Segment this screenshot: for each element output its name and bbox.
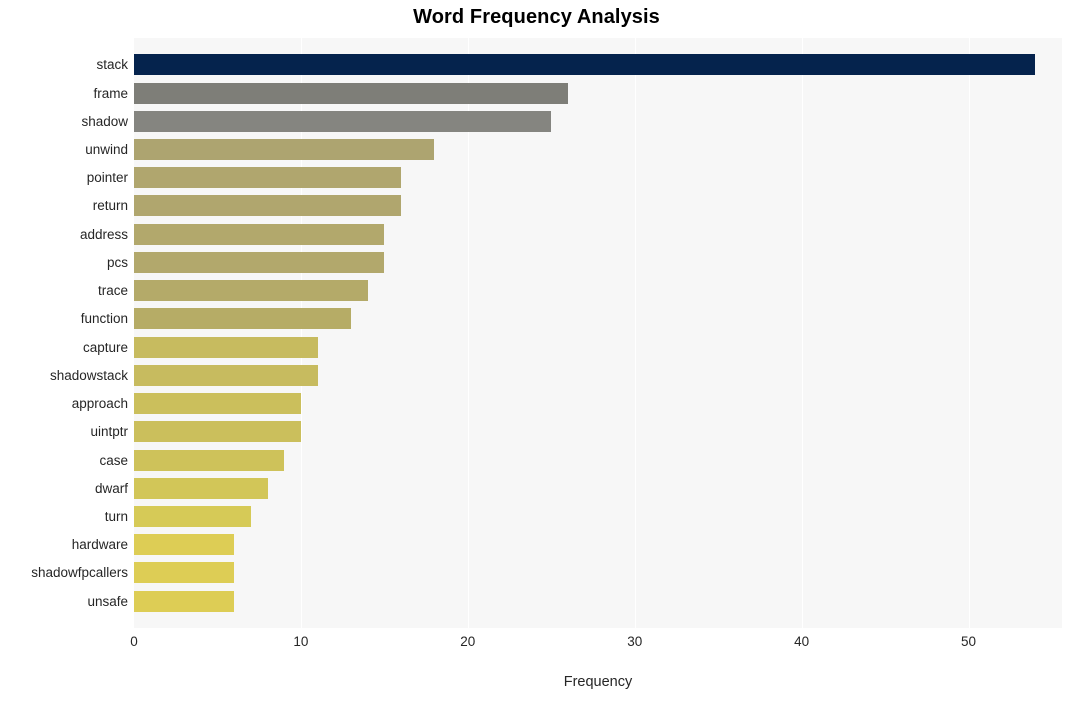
y-tick-label: hardware (71, 537, 128, 553)
bar[interactable] (134, 308, 351, 330)
bar[interactable] (134, 421, 301, 443)
bar[interactable] (134, 393, 301, 415)
y-tick-label: shadowfpcallers (31, 565, 128, 581)
x-tick-label: 10 (293, 634, 309, 649)
x-axis-title: Frequency (563, 674, 633, 690)
y-tick-label: case (99, 452, 128, 468)
y-tick-label: unsafe (87, 593, 128, 609)
bar[interactable] (134, 505, 251, 527)
bar-fill (134, 364, 318, 386)
bar-fill (134, 280, 368, 302)
x-tick-label: 30 (627, 634, 643, 649)
bar[interactable] (134, 336, 318, 358)
bar-fill (134, 393, 301, 415)
bar[interactable] (134, 110, 552, 132)
y-tick-label: turn (104, 508, 128, 524)
y-tick-label: shadowstack (49, 367, 128, 383)
gridline-x-40 (801, 38, 803, 628)
y-tick-label: frame (93, 85, 128, 101)
y-tick-label: capture (82, 339, 128, 355)
y-tick-label: pcs (106, 254, 128, 270)
bar[interactable] (134, 223, 385, 245)
gridline-x-30 (634, 38, 636, 628)
x-tick-label: 0 (130, 634, 138, 649)
bar[interactable] (134, 449, 285, 471)
y-tick-label: address (79, 226, 128, 242)
x-tick-label: 50 (961, 634, 977, 649)
y-tick-label: approach (71, 396, 128, 412)
bar[interactable] (134, 590, 235, 612)
plot-area (134, 38, 1062, 628)
bar-fill (134, 195, 402, 217)
bar-fill (134, 477, 268, 499)
bar-fill (134, 421, 301, 443)
y-tick-label: stack (96, 57, 128, 73)
bar-fill (134, 82, 568, 104)
x-axis-tick-labels: 0 10 20 30 40 50 (130, 628, 1062, 658)
bar[interactable] (134, 477, 268, 499)
y-tick-label: function (80, 311, 128, 327)
bar-fill (134, 110, 552, 132)
bar[interactable] (134, 54, 1036, 76)
bar[interactable] (134, 364, 318, 386)
y-axis-tick-labels: stack frame shadow unwind pointer return addre… (0, 38, 128, 628)
y-tick-label: dwarf (94, 480, 128, 496)
gridline-x-50 (968, 38, 970, 628)
bar[interactable] (134, 139, 435, 160)
bar-fill (134, 54, 1036, 76)
bar[interactable] (134, 167, 402, 189)
bar-fill (134, 505, 251, 527)
bar-fill (134, 534, 235, 556)
bar[interactable] (134, 280, 368, 302)
bar[interactable] (134, 562, 235, 584)
x-tick-label: 40 (794, 634, 810, 649)
bar-fill (134, 336, 318, 358)
y-tick-label: trace (97, 283, 128, 299)
chart-title: Word Frequency Analysis (413, 6, 660, 28)
bar-fill (134, 139, 435, 160)
y-tick-label: uintptr (90, 424, 128, 440)
y-tick-label: unwind (85, 142, 128, 157)
bar[interactable] (134, 251, 385, 273)
bar[interactable] (134, 82, 568, 104)
y-tick-label: pointer (86, 170, 128, 186)
word-frequency-bar-chart: Word Frequency Analysis stack frame shadow… (0, 0, 1073, 701)
bar[interactable] (134, 195, 402, 217)
bar-fill (134, 167, 402, 189)
bar-fill (134, 308, 351, 330)
bar-fill (134, 223, 385, 245)
y-tick-label: shadow (81, 113, 128, 129)
bar-fill (134, 449, 285, 471)
bar[interactable] (134, 534, 235, 556)
bar-fill (134, 562, 235, 584)
y-tick-label: return (92, 198, 128, 214)
x-tick-label: 20 (460, 634, 476, 649)
bar-fill (134, 251, 385, 273)
bar-fill (134, 590, 235, 612)
